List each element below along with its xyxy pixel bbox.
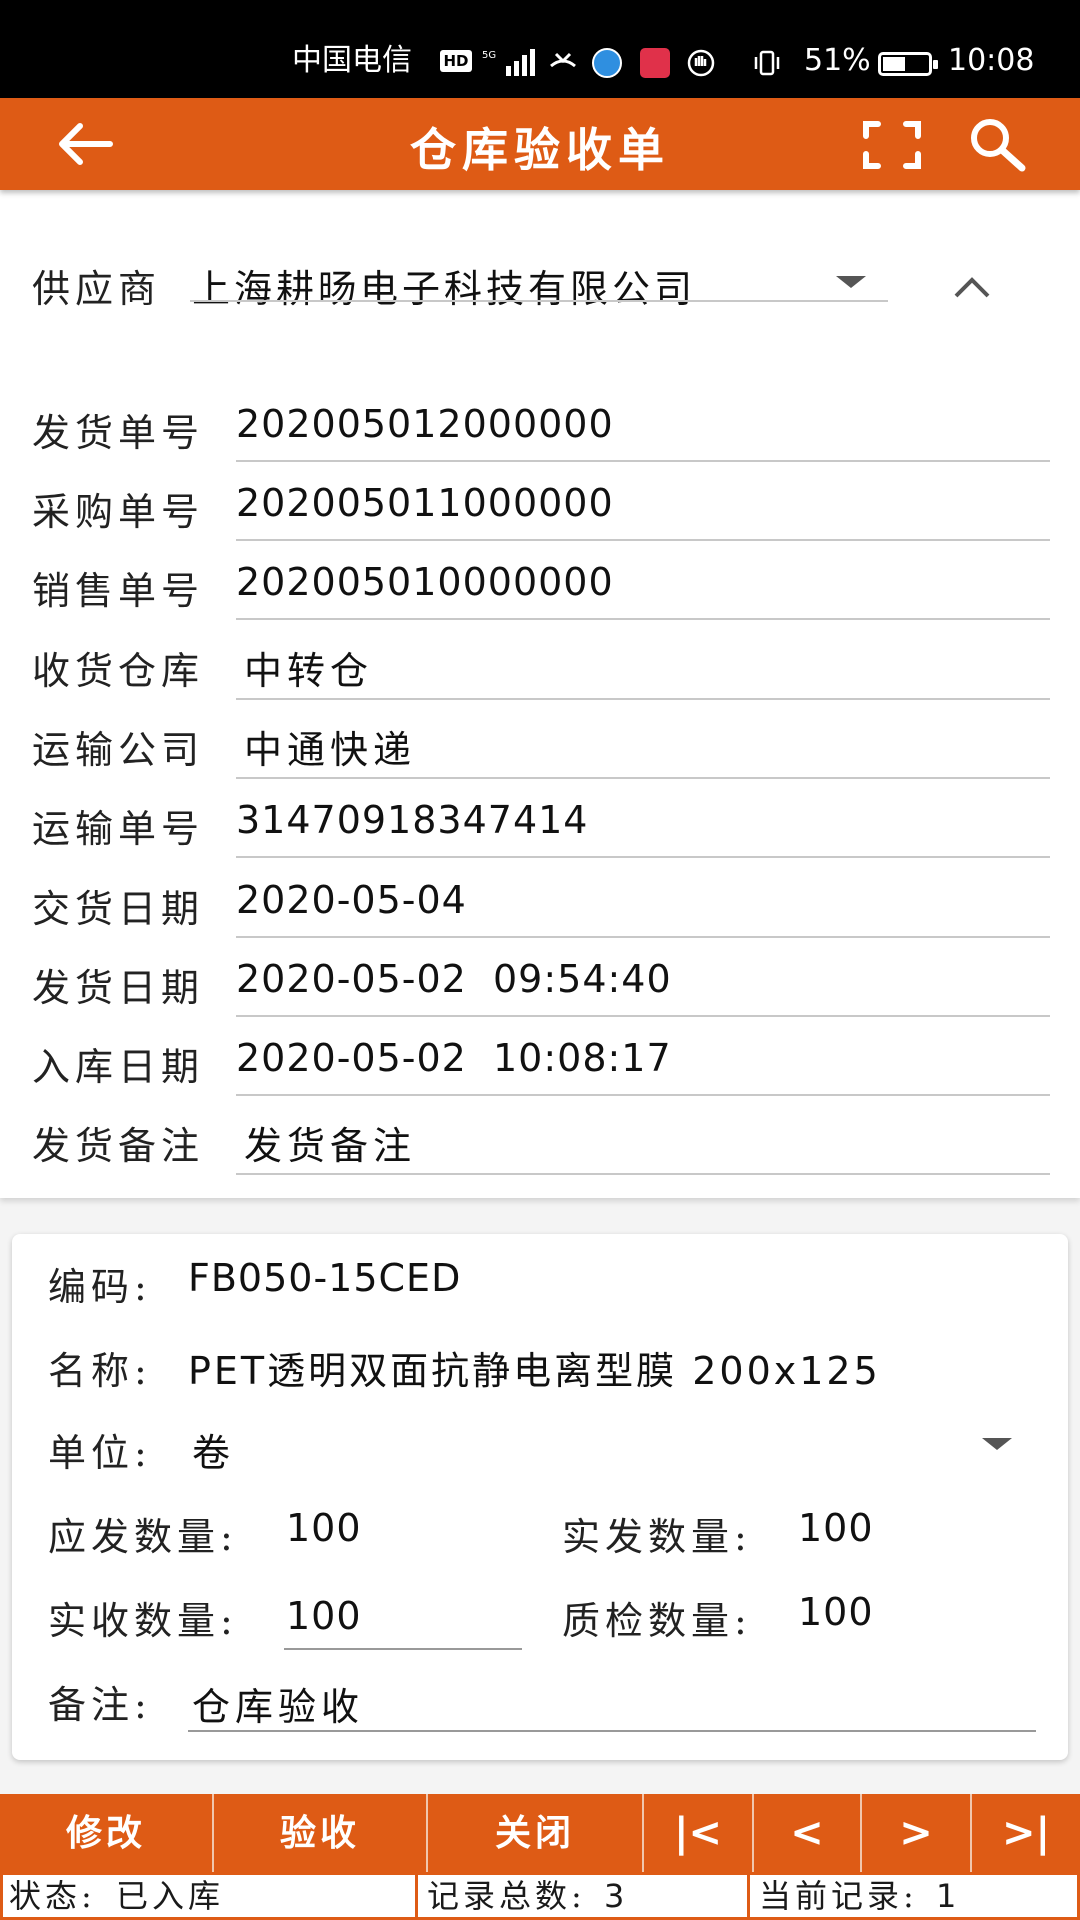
battery-icon	[878, 52, 938, 76]
supplier-dropdown-icon[interactable]	[836, 276, 866, 288]
search-icon[interactable]	[968, 116, 1028, 172]
supplier-select[interactable]: 上海耕旸电子科技有限公司	[192, 258, 696, 313]
field-label-inbound-date: 入库日期	[32, 1045, 205, 1089]
field-label-warehouse: 收货仓库	[32, 649, 205, 693]
qc-qty-label: 质检数量:	[562, 1599, 752, 1643]
field-underline	[236, 698, 1050, 700]
total-value: 3	[603, 1877, 625, 1915]
field-label-ship-remark: 发货备注	[32, 1124, 205, 1168]
purchase-no-field[interactable]: 202005011000000	[236, 481, 614, 525]
delivery-date-field[interactable]: 2020-05-04	[236, 878, 467, 922]
hd-badge: HD	[440, 50, 472, 72]
due-qty-value: 100	[286, 1506, 362, 1550]
missed-call-icon	[550, 52, 576, 68]
prev-record-button[interactable]: <	[754, 1794, 862, 1872]
status-value: 已入库	[115, 1877, 224, 1915]
hand-gesture-icon	[687, 49, 715, 77]
last-record-button[interactable]: >|	[972, 1794, 1080, 1872]
inbound-date-field[interactable]: 2020-05-02 10:08:17	[236, 1036, 672, 1080]
signal-icon: 5G	[482, 49, 535, 76]
current-value: 1	[935, 1877, 957, 1915]
sales-no-field[interactable]: 202005010000000	[236, 560, 614, 604]
code-label: 编码:	[48, 1265, 152, 1309]
field-underline	[236, 777, 1050, 779]
due-qty-label: 应发数量:	[48, 1515, 238, 1559]
field-label-carrier: 运输公司	[32, 728, 205, 772]
field-underline	[236, 1015, 1050, 1017]
next-record-button[interactable]: >	[862, 1794, 972, 1872]
received-qty-underline	[284, 1648, 522, 1650]
status-cell: 状态: 已入库	[3, 1875, 415, 1917]
field-underline	[236, 936, 1050, 938]
current-label: 当前记录:	[759, 1877, 918, 1915]
browser-notification-icon	[592, 48, 622, 78]
name-label: 名称:	[48, 1349, 152, 1393]
status-divider	[747, 1875, 750, 1917]
collapse-chevron-icon[interactable]	[952, 272, 992, 302]
remark-label: 备注:	[48, 1683, 152, 1727]
clock: 10:08	[948, 43, 1035, 78]
field-underline	[236, 1094, 1050, 1096]
edit-button[interactable]: 修改	[0, 1794, 214, 1872]
ship-remark-field[interactable]: 发货备注	[244, 1115, 416, 1170]
field-underline	[236, 618, 1050, 620]
shipped-qty-label: 实发数量:	[562, 1515, 752, 1559]
unit-select[interactable]: 卷	[192, 1422, 235, 1477]
bottom-toolbar: 修改 验收 关闭 |< < > >|	[0, 1794, 1080, 1872]
name-value: PET透明双面抗静电离型膜 200x125	[188, 1349, 881, 1393]
battery-percent: 51%	[804, 43, 871, 78]
app-bar: 仓库验收单	[0, 98, 1080, 190]
total-cell: 记录总数: 3	[421, 1875, 747, 1917]
close-button[interactable]: 关闭	[428, 1794, 644, 1872]
carrier-name: 中国电信	[292, 43, 412, 78]
field-label-delivery-date: 交货日期	[32, 887, 205, 931]
field-label-purchase-no: 采购单号	[32, 490, 205, 534]
vibrate-icon	[754, 50, 780, 76]
code-value: FB050-15CED	[188, 1256, 462, 1300]
svg-text:5G: 5G	[482, 50, 496, 61]
received-qty-label: 实收数量:	[48, 1599, 238, 1643]
ship-date-field[interactable]: 2020-05-02 09:54:40	[236, 957, 672, 1001]
field-label-tracking-no: 运输单号	[32, 807, 205, 851]
shipped-qty-value: 100	[798, 1506, 874, 1550]
item-detail-card: 编码: FB050-15CED 名称: PET透明双面抗静电离型膜 200x12…	[12, 1234, 1068, 1760]
qc-qty-value: 100	[798, 1590, 874, 1634]
scan-icon[interactable]	[862, 120, 922, 170]
total-label: 记录总数:	[427, 1877, 586, 1915]
unit-label: 单位:	[48, 1431, 152, 1475]
carrier-field[interactable]: 中通快递	[244, 719, 416, 774]
field-label-sales-no: 销售单号	[32, 569, 205, 613]
field-label-ship-date: 发货日期	[32, 966, 205, 1010]
unit-dropdown-icon[interactable]	[982, 1438, 1012, 1450]
remark-input[interactable]: 仓库验收	[192, 1676, 364, 1731]
warehouse-field[interactable]: 中转仓	[244, 640, 373, 695]
reader-notification-icon	[640, 48, 670, 78]
system-status-bar: 中国电信 HD 5G 51% 10:08	[0, 0, 1080, 98]
supplier-underline	[190, 300, 888, 302]
shipment-no-field[interactable]: 202005012000000	[236, 402, 614, 446]
tracking-no-field[interactable]: 31470918347414	[236, 798, 588, 842]
remark-underline	[188, 1730, 1036, 1732]
delivery-header-card: 供应商 上海耕旸电子科技有限公司 发货单号 202005012000000 采购…	[0, 190, 1080, 1198]
first-record-button[interactable]: |<	[644, 1794, 754, 1872]
field-underline	[236, 539, 1050, 541]
field-underline	[236, 1173, 1050, 1175]
current-cell: 当前记录: 1	[753, 1875, 1077, 1917]
accept-button[interactable]: 验收	[214, 1794, 428, 1872]
record-status-bar: 状态: 已入库 记录总数: 3 当前记录: 1	[0, 1872, 1080, 1920]
field-label-shipment-no: 发货单号	[32, 411, 205, 455]
field-underline	[236, 460, 1050, 462]
received-qty-input[interactable]: 100	[286, 1594, 362, 1638]
status-divider	[415, 1875, 418, 1917]
status-label: 状态:	[9, 1877, 96, 1915]
supplier-label: 供应商	[32, 267, 162, 311]
field-underline	[236, 856, 1050, 858]
